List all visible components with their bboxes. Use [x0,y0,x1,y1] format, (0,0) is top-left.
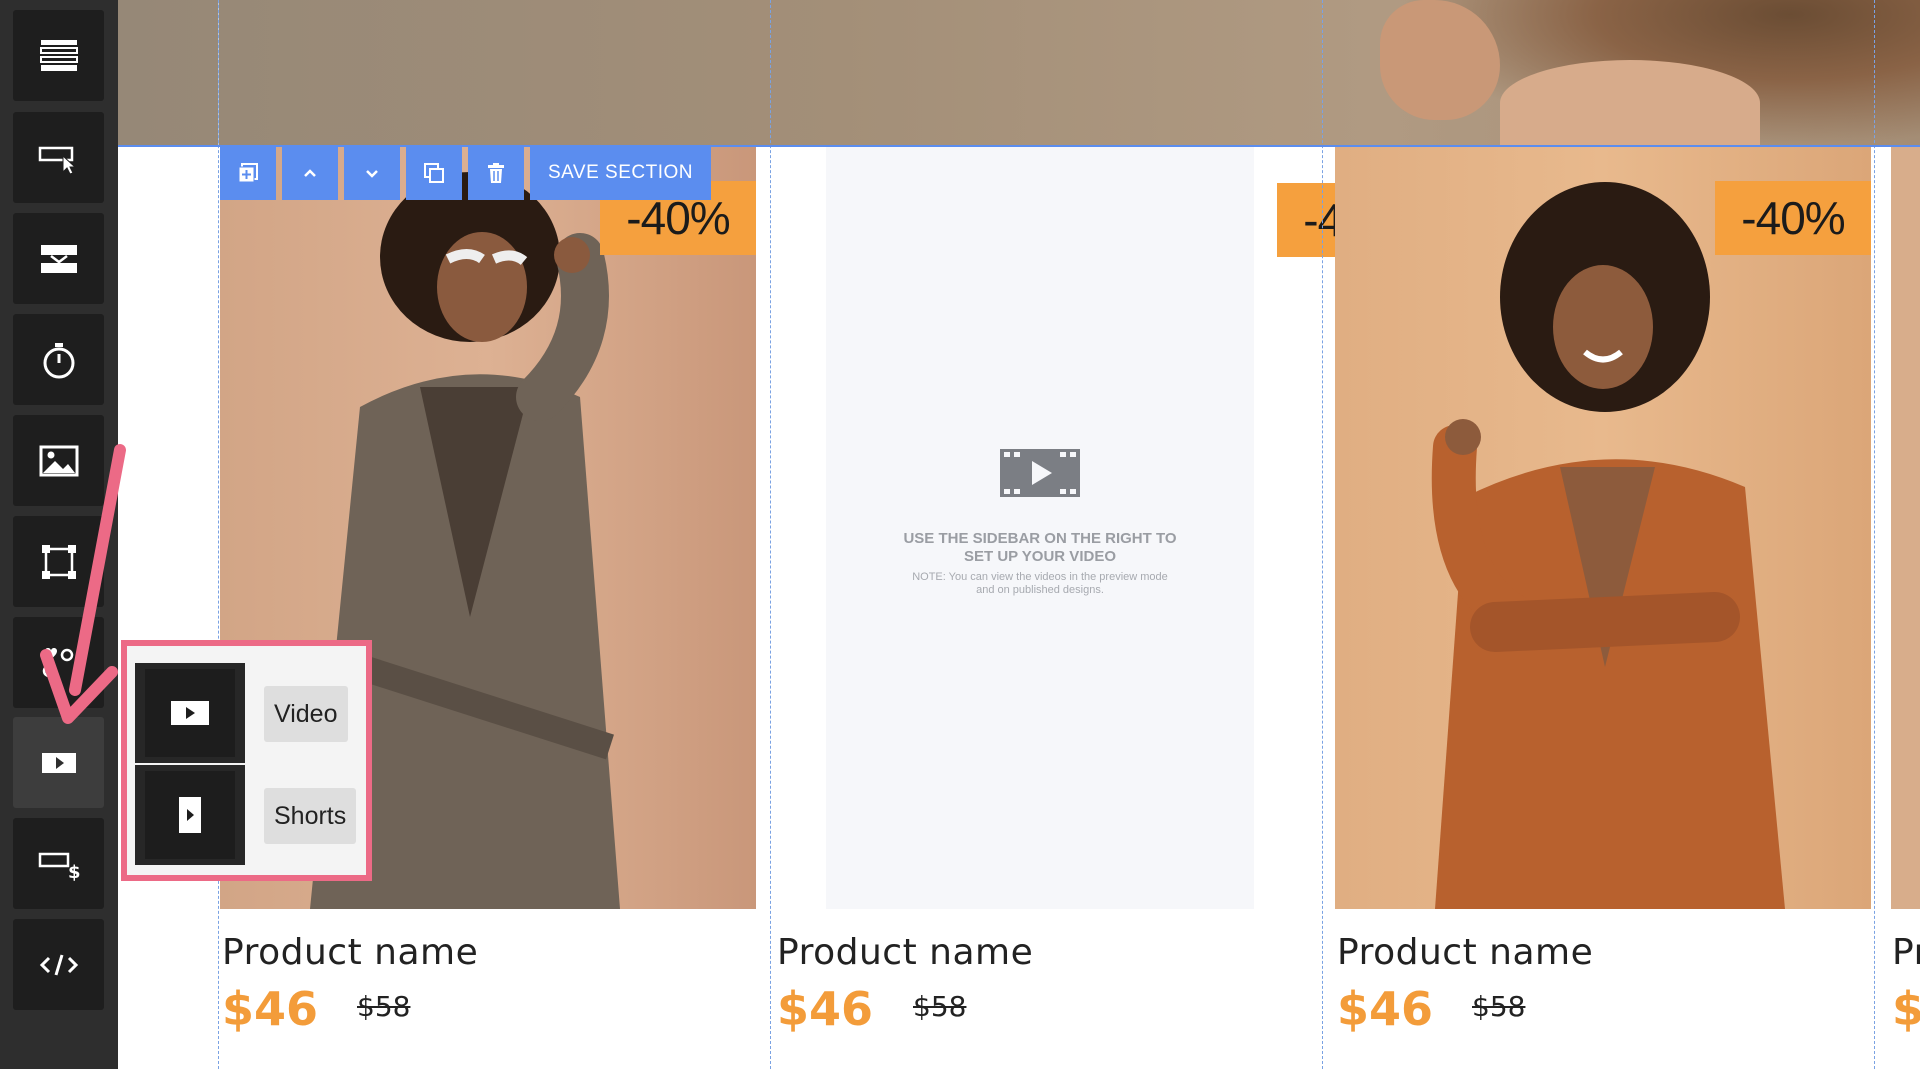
banner-face-shape [1500,60,1760,146]
column-guide [1874,0,1875,1069]
shorts-option-icon-box[interactable] [135,765,245,865]
product-name[interactable]: Product name [777,932,1033,973]
product-price[interactable]: $46 [1337,982,1433,1036]
product-old-price[interactable]: $58 [1472,990,1525,1023]
move-up-button[interactable] [282,146,338,200]
video-option[interactable]: Video [135,663,363,763]
video-placeholder-title: USE THE SIDEBAR ON THE RIGHT TO SET UP Y… [903,530,1177,565]
shorts-option-label[interactable]: Shorts [264,788,357,844]
section-toolbar: SAVE SECTION [220,146,712,200]
model-figure [1431,182,1785,909]
sidebar-item-rows[interactable] [13,10,104,101]
column-guide [770,0,771,1069]
product-photo[interactable] [1891,147,1920,909]
product-old-price[interactable]: $58 [913,990,966,1023]
payment-button-icon: $ [38,852,81,883]
duplicate-button[interactable] [406,146,462,200]
discount-badge: -40% [1715,181,1871,255]
shorts-play-icon [179,797,201,833]
product-old-price[interactable]: $58 [357,990,410,1023]
product-card[interactable]: Pr $ [1891,147,1920,1069]
sidebar-item-divider[interactable] [13,213,104,304]
product-card[interactable]: -40% Product name $46 $58 [1335,147,1871,1069]
column-guide [1322,0,1323,1069]
svg-text:$: $ [68,862,81,883]
product-price[interactable]: $46 [222,982,318,1036]
move-down-button[interactable] [344,146,400,200]
video-play-icon [171,701,209,725]
film-icon [1000,449,1080,497]
duplicate-icon [424,163,444,183]
shorts-option[interactable]: Shorts [135,765,363,865]
editor-root: $ -40% Product name $46 $58 USE THE SIDE… [0,0,1920,1069]
chevron-up-icon [304,169,316,177]
sidebar-item-payment[interactable]: $ [13,818,104,909]
button-cursor-icon [38,146,76,175]
video-option-icon-box[interactable] [135,663,245,763]
save-section-button[interactable]: SAVE SECTION [530,146,712,200]
product-price[interactable]: $46 [777,982,873,1036]
product-price[interactable]: $ [1892,982,1920,1036]
rows-icon [39,39,78,71]
add-block-button[interactable] [220,146,276,200]
sidebar-item-code[interactable] [13,919,104,1010]
delete-button[interactable] [468,146,524,200]
chevron-down-icon [366,170,378,178]
product-card[interactable]: USE THE SIDEBAR ON THE RIGHT TO SET UP Y… [774,147,1433,1069]
product-name[interactable]: Product name [222,932,478,973]
column-guide [218,0,219,1069]
trash-icon [488,163,504,183]
video-placeholder[interactable]: USE THE SIDEBAR ON THE RIGHT TO SET UP Y… [826,147,1254,909]
product-card[interactable]: -40% Product name $46 $58 [220,147,756,1069]
code-icon [39,954,78,975]
timer-icon [43,342,74,378]
sidebar-item-video[interactable] [13,717,104,808]
sidebar-item-timer[interactable] [13,314,104,405]
hero-banner-image[interactable] [118,0,1920,146]
sidebar-item-button[interactable] [13,112,104,203]
video-option-label[interactable]: Video [264,686,348,742]
section-divider-icon [40,244,77,273]
product-photo[interactable] [1335,147,1871,909]
video-type-popover: Video Shorts [121,640,372,881]
video-placeholder-note: NOTE: You can view the videos in the pre… [912,571,1168,596]
add-block-icon [238,163,258,183]
product-name[interactable]: Product name [1337,932,1593,973]
video-icon [41,752,76,773]
product-name[interactable]: Pr [1892,932,1920,973]
